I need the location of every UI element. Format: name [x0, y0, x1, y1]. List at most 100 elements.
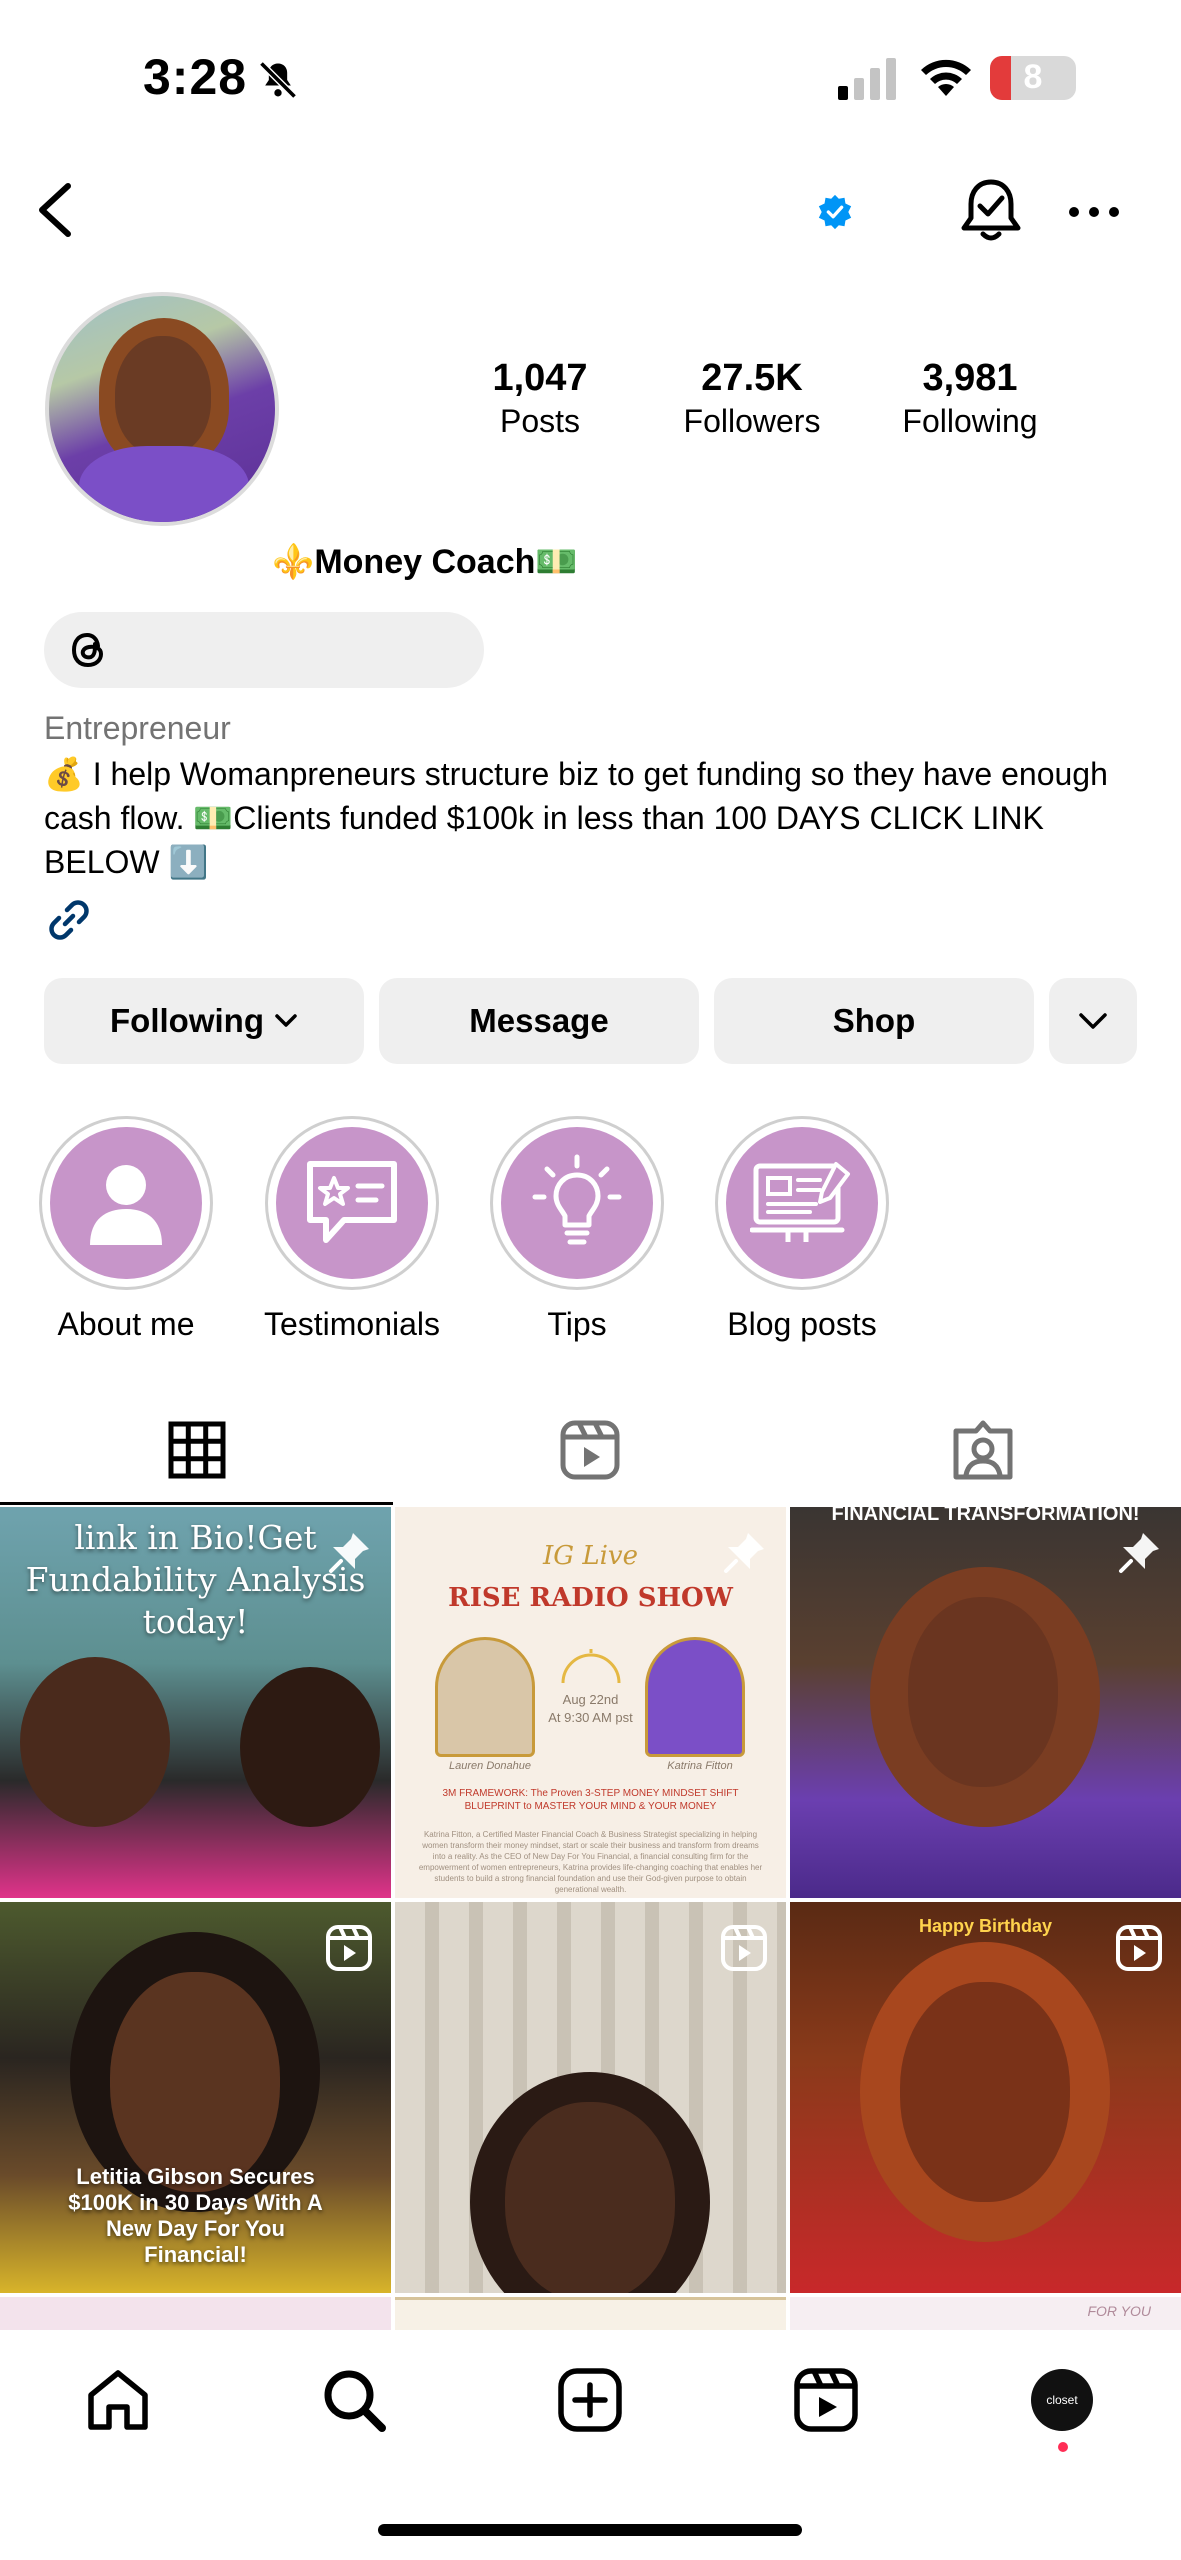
stat-label: Followers [683, 403, 821, 439]
link-icon[interactable] [44, 895, 94, 945]
nav-profile[interactable]: closet [1022, 2360, 1102, 2440]
create-post-icon [558, 2368, 622, 2432]
chevron-down-icon [275, 1014, 297, 1027]
nav-search[interactable] [314, 2360, 394, 2440]
status-time: 3:28 [143, 49, 248, 105]
highlight-cover [50, 1127, 202, 1279]
verified-badge-icon [818, 194, 852, 230]
host-name: Katrina Fitton [667, 1760, 733, 1772]
highlight-cover [501, 1127, 653, 1279]
post-caption: FINANCIAL TRANSFORMATION! [831, 1507, 1140, 1525]
speech-star-icon [307, 1161, 397, 1243]
post-caption: RISE RADIO SHOW [448, 1583, 733, 1613]
highlight-about-me[interactable]: About me [21, 1116, 231, 1343]
shop-button-label: Shop [832, 1002, 916, 1039]
highlight-cover [276, 1127, 428, 1279]
post-face [110, 1972, 280, 2192]
pin-icon [1119, 1533, 1159, 1573]
highlight-label: Tips [547, 1306, 607, 1342]
stat-value: 27.5K [701, 357, 803, 399]
back-icon[interactable] [30, 180, 80, 240]
highlight-ring [490, 1116, 664, 1290]
avatar-body [79, 446, 249, 522]
notification-bell-icon[interactable] [958, 176, 1024, 246]
monitor-doc-icon [750, 1162, 850, 1242]
following-button[interactable]: Following [44, 978, 364, 1064]
search-icon [324, 2370, 386, 2432]
post-tile[interactable] [0, 2297, 391, 2332]
post-person [20, 1657, 170, 1827]
post-time: At 9:30 AM pst [548, 1710, 633, 1725]
reels-icon [560, 1420, 619, 1480]
tab-posts-grid[interactable] [0, 1395, 393, 1505]
home-indicator[interactable] [378, 2524, 802, 2536]
tagged-icon [953, 1420, 1012, 1480]
suggested-accounts-button[interactable] [1049, 978, 1137, 1064]
pin-icon [329, 1533, 369, 1573]
post-face [908, 1597, 1058, 1787]
home-icon [88, 2370, 148, 2430]
shop-button[interactable]: Shop [714, 978, 1034, 1064]
nav-create[interactable] [550, 2360, 630, 2440]
stat-posts[interactable]: 1,047 Posts [440, 355, 640, 441]
profile-tabs [0, 1395, 1181, 1505]
highlight-ring [715, 1116, 889, 1290]
post-date: Aug 22nd [562, 1692, 619, 1707]
post-caption: Letitia Gibson Secures $100K in 30 Days … [68, 2164, 323, 2267]
highlight-label: Blog posts [727, 1306, 877, 1342]
profile-category: Entrepreneur [44, 710, 231, 746]
highlight-blog-posts[interactable]: Blog posts [697, 1116, 907, 1343]
wifi-icon [921, 59, 971, 96]
post-tile[interactable]: Happy Birthday [790, 1902, 1181, 2293]
battery-percent: 8 [1023, 58, 1043, 96]
threads-icon [71, 632, 104, 668]
post-person [240, 1667, 380, 1827]
guest-name: Lauren Donahue [449, 1760, 531, 1772]
highlight-tips[interactable]: Tips [472, 1116, 682, 1343]
highlight-testimonials[interactable]: Testimonials [247, 1116, 457, 1343]
stat-followers[interactable]: 27.5K Followers [652, 355, 852, 441]
battery-indicator: 8 [990, 56, 1076, 100]
reels-icon [794, 2368, 858, 2432]
stat-value: 3,981 [922, 357, 1018, 399]
profile-display-name: ⚜️Money Coach💵 [272, 543, 578, 581]
stat-label: Posts [499, 403, 581, 439]
chevron-down-icon [1079, 1013, 1107, 1029]
message-button-label: Message [469, 1002, 609, 1039]
profile-avatar[interactable] [45, 292, 279, 526]
post-tile[interactable]: Letitia Gibson Secures $100K in 30 Days … [0, 1902, 391, 2293]
post-tile[interactable]: IG Live RISE RADIO SHOW Aug 22nd At 9:30… [395, 1507, 786, 1898]
highlight-ring [39, 1116, 213, 1290]
post-tile[interactable] [395, 1902, 786, 2293]
sun-icon [561, 1649, 621, 1684]
post-tile[interactable] [395, 2297, 786, 2332]
post-face [505, 2102, 675, 2293]
post-tile[interactable]: link in Bio!Get Fundability Analysis tod… [0, 1507, 391, 1898]
threads-badge[interactable] [44, 612, 484, 688]
profile-avatar-small: closet [1031, 2369, 1093, 2431]
stat-label: Following [902, 403, 1038, 439]
activity-dot [1058, 2442, 1068, 2452]
bell-muted-icon [259, 61, 297, 99]
bottom-navigation: closet [0, 2330, 1181, 2470]
nav-reels[interactable] [786, 2360, 866, 2440]
highlight-label: Testimonials [263, 1306, 441, 1342]
post-face [900, 1982, 1070, 2202]
avatar-text: closet [1046, 2393, 1078, 2407]
post-blurb: Katrina Fitton, a Certified Master Finan… [418, 1830, 763, 1894]
grid-icon [168, 1421, 225, 1479]
post-tile[interactable]: FINANCIAL TRANSFORMATION! [790, 1507, 1181, 1898]
posts-grid: link in Bio!Get Fundability Analysis tod… [0, 1507, 1181, 2332]
nav-home[interactable] [78, 2360, 158, 2440]
highlight-cover [726, 1127, 878, 1279]
more-options-icon[interactable] [1066, 200, 1122, 224]
tab-reels[interactable] [393, 1395, 786, 1505]
reels-icon [326, 1925, 372, 1971]
message-button[interactable]: Message [379, 978, 699, 1064]
stat-following[interactable]: 3,981 Following [870, 355, 1070, 441]
cellular-signal-icon [838, 58, 896, 100]
following-button-label: Following [110, 1002, 264, 1039]
tab-tagged[interactable] [786, 1395, 1179, 1505]
highlight-label: About me [57, 1306, 195, 1342]
post-tile[interactable]: FOR YOU [790, 2297, 1181, 2332]
